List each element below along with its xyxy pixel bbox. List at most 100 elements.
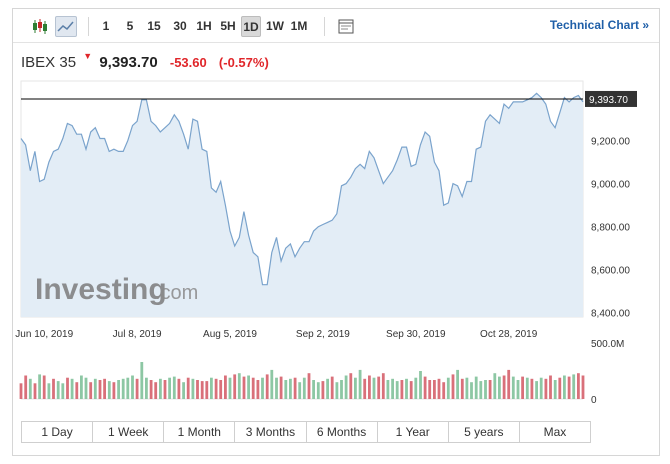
price-chart[interactable]: 8,400.00 8,600.00 8,800.00 9,000.00 9,200.00… — [13, 47, 659, 417]
volume-bar — [391, 378, 394, 399]
x-tick-label: Jun 10, 2019 — [15, 329, 73, 340]
volume-bar — [154, 382, 158, 399]
x-tick-label: Jul 8, 2019 — [113, 329, 162, 340]
range-1-month-button[interactable]: 1 Month — [164, 422, 236, 442]
volume-bar — [307, 373, 311, 399]
volume-bar — [224, 375, 227, 399]
volume-bar — [89, 382, 93, 399]
volume-bar — [52, 378, 55, 399]
volume-bar — [251, 377, 255, 399]
volume-bar — [567, 376, 571, 399]
volume-bar — [159, 378, 162, 399]
volume-bar — [200, 381, 204, 399]
volume-axis-label: 0 — [591, 395, 597, 406]
volume-bar — [126, 377, 130, 399]
interval-30-button[interactable]: 30 — [171, 16, 189, 37]
volume-bar — [316, 382, 320, 399]
volume-bar — [577, 373, 580, 399]
volume-bar — [549, 375, 552, 399]
volume-bar — [563, 375, 566, 399]
y-tick-label: 8,600.00 — [591, 266, 630, 277]
volume-bar — [279, 376, 283, 399]
volume-bar — [80, 375, 83, 399]
line-type-button[interactable] — [55, 16, 77, 37]
volume-bar — [330, 376, 334, 399]
interval-5h-button[interactable]: 5H — [219, 16, 237, 37]
volume-bar — [265, 374, 269, 399]
range-3-months-button[interactable]: 3 Months — [235, 422, 307, 442]
volume-bar — [47, 383, 51, 399]
indicators-button[interactable] — [335, 16, 357, 37]
volume-bar — [395, 381, 399, 399]
volume-bar — [400, 380, 404, 399]
volume-bar — [358, 369, 362, 399]
last-price-label: 9,393.70 — [589, 95, 628, 106]
volume-bar — [302, 377, 306, 399]
volume-bar — [437, 378, 441, 399]
volume-bar — [98, 380, 102, 399]
y-tick-label: 9,000.00 — [591, 180, 630, 191]
interval-1h-button[interactable]: 1H — [195, 16, 213, 37]
volume-bar — [423, 376, 427, 399]
volume-bar — [33, 383, 37, 399]
range-1-year-button[interactable]: 1 Year — [378, 422, 449, 442]
volume-bar — [168, 377, 171, 399]
volume-bar — [233, 374, 237, 399]
investing-watermark: Investing — [35, 273, 167, 306]
candlestick-type-button[interactable] — [29, 16, 51, 37]
volume-bar — [414, 377, 418, 399]
volume-bar — [28, 378, 32, 399]
volume-bar — [321, 381, 325, 399]
range-1-week-button[interactable]: 1 Week — [93, 422, 165, 442]
volume-bar — [145, 377, 148, 399]
volume-bar — [446, 377, 450, 399]
volume-bar — [131, 375, 134, 399]
volume-bar — [242, 376, 246, 399]
interval-1m-button[interactable]: 1M — [289, 16, 309, 37]
volume-bar — [107, 381, 111, 399]
range-5-years-button[interactable]: 5 years — [449, 422, 520, 442]
range-1-day-button[interactable]: 1 Day — [22, 422, 94, 442]
volume-bar — [553, 380, 557, 399]
volume-bar — [451, 374, 455, 399]
volume-bar — [298, 382, 302, 399]
technical-chart-link[interactable]: Technical Chart » — [550, 18, 649, 32]
volume-bar — [409, 381, 413, 399]
toolbar-divider — [88, 17, 89, 36]
volume-bar — [275, 377, 278, 399]
x-tick-label: Sep 2, 2019 — [296, 329, 350, 340]
volume-bar — [502, 375, 506, 399]
volume-bar — [386, 380, 390, 399]
volume-bar — [210, 377, 213, 399]
volume-bar — [117, 380, 120, 399]
volume-bar — [66, 377, 69, 399]
interval-1d-button[interactable]: 1D — [241, 16, 261, 37]
volume-bar — [270, 369, 274, 399]
volume-bar — [354, 377, 357, 399]
interval-15-button[interactable]: 15 — [145, 16, 163, 37]
x-tick-label: Aug 5, 2019 — [203, 329, 257, 340]
volume-bar — [196, 380, 199, 399]
interval-1-button[interactable]: 1 — [99, 16, 113, 37]
volume-bar — [61, 383, 65, 399]
volume-bar — [493, 373, 497, 399]
range-6-months-button[interactable]: 6 Months — [307, 422, 378, 442]
interval-5-button[interactable]: 5 — [123, 16, 137, 37]
volume-axis-label: 500.0M — [591, 339, 624, 350]
range-max-button[interactable]: Max — [520, 422, 590, 442]
volume-bar — [172, 376, 176, 399]
interval-1w-button[interactable]: 1W — [265, 16, 285, 37]
volume-bar — [516, 380, 520, 399]
chart-toolbar: 1 5 15 30 1H 5H 1D 1W 1M Technical Chart » — [13, 9, 659, 43]
volume-bar — [191, 378, 195, 399]
volume-bar — [511, 376, 515, 399]
volume-bar — [498, 376, 501, 399]
window-icon — [338, 19, 354, 34]
volume-bar — [340, 380, 343, 399]
volume-bar — [84, 377, 88, 399]
volume-bar — [465, 377, 469, 399]
time-range-selector: 1 Day 1 Week 1 Month 3 Months 6 Months 1 Year… — [21, 421, 591, 443]
volume-bar — [572, 374, 576, 399]
volume-bar — [256, 380, 260, 399]
volume-bar — [289, 378, 292, 399]
